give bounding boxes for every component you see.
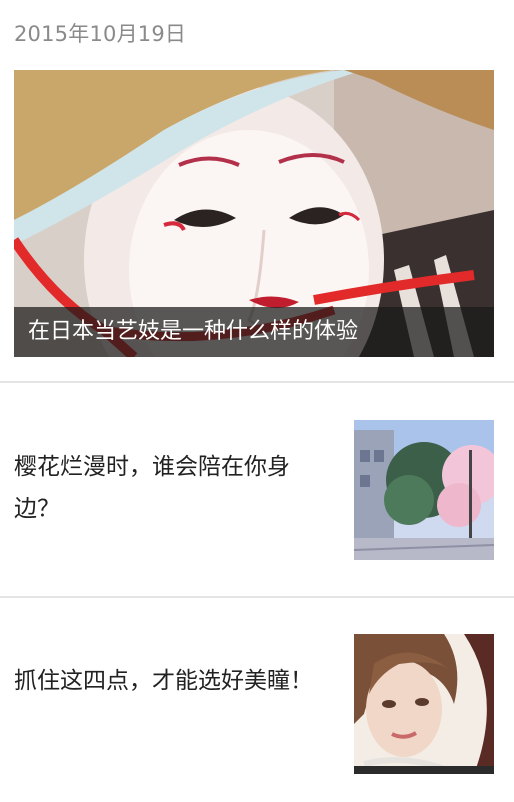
- woman-portrait-image: [354, 634, 494, 774]
- cherry-blossom-street-image: [354, 420, 494, 560]
- divider: [0, 596, 514, 598]
- article-title: 抓住这四点，才能选好美瞳！: [14, 668, 313, 694]
- hero-article[interactable]: 在日本当艺妓是一种什么样的体验: [14, 70, 494, 357]
- hero-caption: 在日本当艺妓是一种什么样的体验: [14, 307, 494, 357]
- article-thumbnail: [354, 420, 494, 560]
- date-header: 2015年10月19日: [14, 22, 187, 46]
- article-title: 樱花烂漫时，谁会陪在你身边？: [14, 454, 290, 522]
- article-thumbnail: [354, 634, 494, 774]
- divider: [0, 381, 514, 383]
